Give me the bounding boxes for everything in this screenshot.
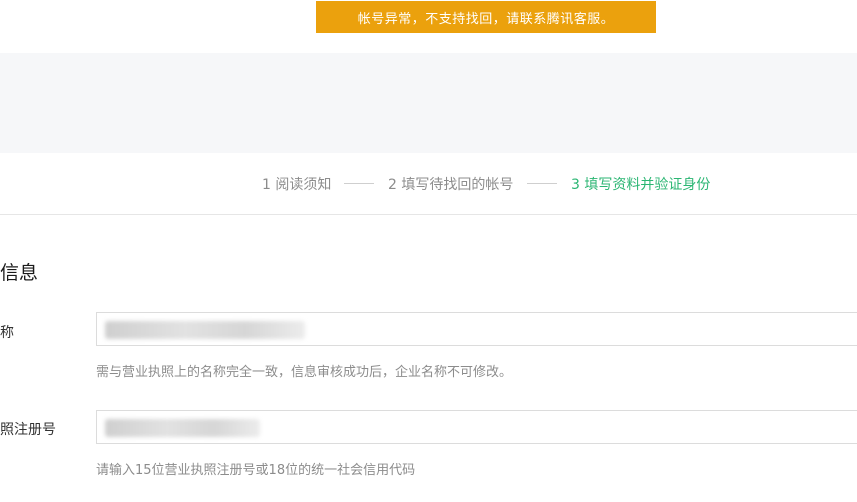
redacted-value <box>105 419 260 437</box>
error-alert-banner: 帐号异常，不支持找回，请联系腾讯客服。 <box>316 1 656 33</box>
company-name-label: 称 <box>0 325 14 341</box>
step-separator <box>344 183 374 184</box>
license-number-hint: 请输入15位营业执照注册号或18位的统一社会信用代码 <box>96 463 416 478</box>
redacted-value <box>105 321 305 339</box>
step-fill-account: 2 填写待找回的帐号 <box>388 177 514 193</box>
step-separator <box>527 183 557 184</box>
header-band <box>0 53 857 153</box>
license-number-input[interactable] <box>96 410 857 444</box>
company-name-input[interactable] <box>96 312 857 346</box>
page: 帐号异常，不支持找回，请联系腾讯客服。 1 阅读须知 2 填写待找回的帐号 3 … <box>0 0 857 502</box>
step-verify-identity: 3 填写资料并验证身份 <box>571 177 711 193</box>
company-name-hint: 需与营业执照上的名称完全一致，信息审核成功后，企业名称不可修改。 <box>96 365 513 380</box>
section-title: 信息 <box>0 262 39 284</box>
alert-text: 帐号异常，不支持找回，请联系腾讯客服。 <box>357 11 615 27</box>
step-read-notice: 1 阅读须知 <box>262 177 332 193</box>
license-number-label: 照注册号 <box>0 422 56 438</box>
step-progress: 1 阅读须知 2 填写待找回的帐号 3 填写资料并验证身份 <box>0 153 857 215</box>
